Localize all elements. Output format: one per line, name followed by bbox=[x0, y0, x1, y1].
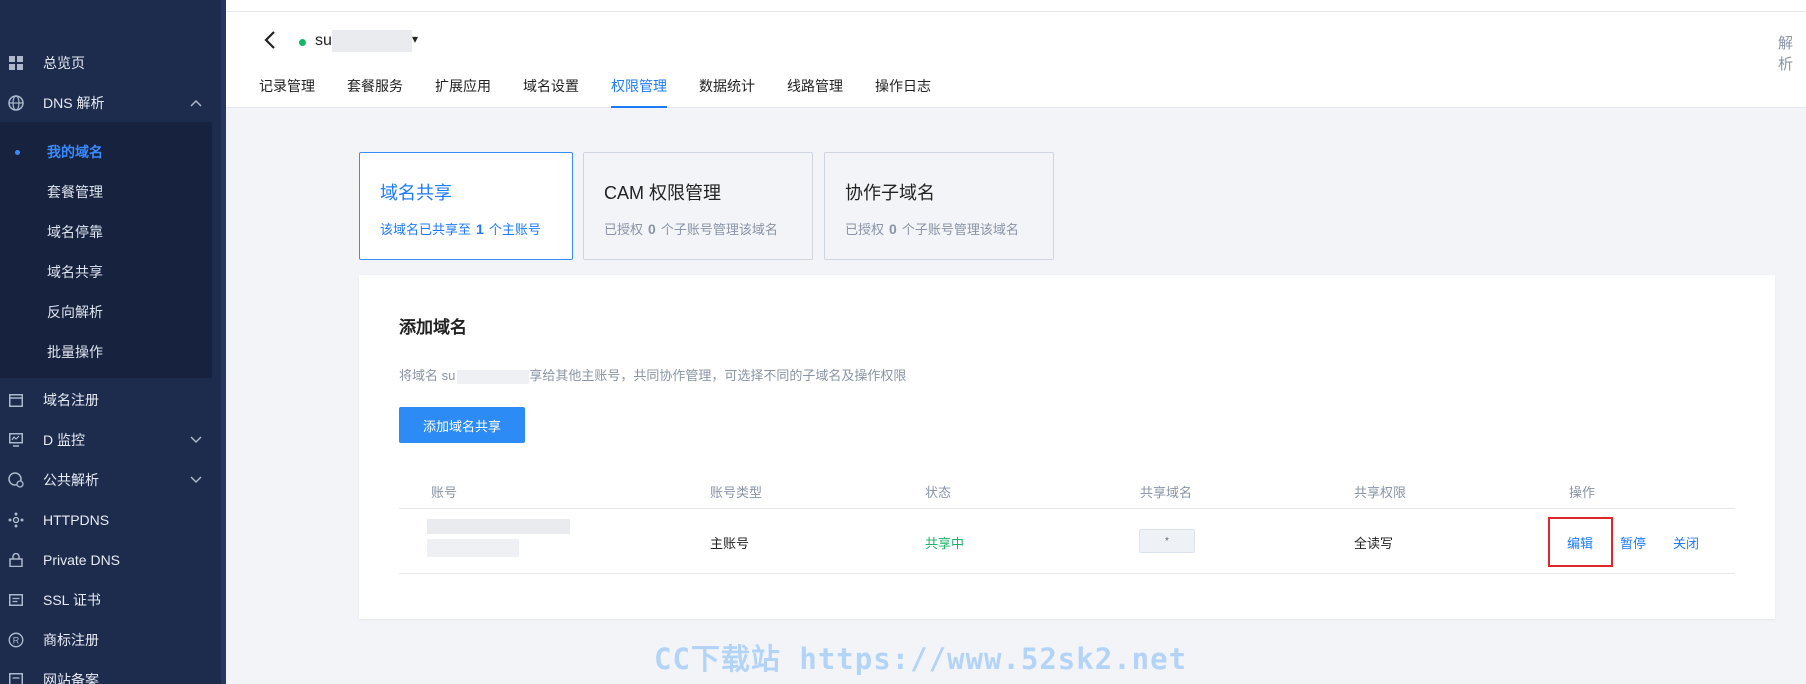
sidebar-item-ssl[interactable]: SSL 证书 bbox=[0, 580, 221, 620]
globe-icon bbox=[8, 95, 24, 111]
tab-extensions[interactable]: 扩展应用 bbox=[435, 66, 491, 108]
caret-down-icon[interactable]: ▾ bbox=[412, 32, 418, 46]
share-table: 账号 账号类型 状态 共享域名 共享权限 操作 主账号 共享中 * 全读写 编辑… bbox=[399, 471, 1735, 574]
sidebar-item-trademark[interactable]: R 商标注册 bbox=[0, 620, 221, 660]
card-domain-sharing[interactable]: 域名共享 该域名已共享至 1 个主账号 bbox=[359, 152, 573, 260]
card-title: 协作子域名 bbox=[845, 183, 935, 203]
column-header-status: 状态 bbox=[925, 485, 952, 500]
sidebar-item-icp-filing[interactable]: 网站备案 bbox=[0, 660, 221, 684]
status-badge: 共享中 bbox=[925, 536, 965, 551]
sidebar: 总览页 DNS 解析 我的域名 套餐管理 域名停靠 域名共享 反向解析 批量操作 bbox=[0, 0, 226, 684]
submenu-item-packages[interactable]: 套餐管理 bbox=[0, 172, 212, 212]
submenu-item-label: 域名停靠 bbox=[47, 224, 103, 240]
close-link[interactable]: 关闭 bbox=[1673, 533, 1699, 552]
card-subtitle: 已授权 0 个子账号管理该域名 bbox=[845, 221, 1019, 237]
domain-selector-label[interactable]: su bbox=[315, 32, 332, 50]
column-header-account: 账号 bbox=[431, 485, 458, 500]
submenu-item-label: 域名共享 bbox=[47, 264, 103, 280]
edit-link[interactable]: 编辑 bbox=[1567, 533, 1593, 552]
table-row: 主账号 共享中 * 全读写 编辑 暂停 关闭 bbox=[399, 509, 1735, 574]
column-header-account-type: 账号类型 bbox=[710, 485, 763, 500]
card-subtitle: 已授权 0 个子账号管理该域名 bbox=[604, 221, 778, 237]
dns-submenu: 我的域名 套餐管理 域名停靠 域名共享 反向解析 批量操作 bbox=[0, 122, 212, 378]
domain-sharing-panel: 添加域名 将域名 su 享给其他主账号，共同协作管理，可选择不同的子域名及操作权限… bbox=[359, 275, 1775, 619]
submenu-item-parking[interactable]: 域名停靠 bbox=[0, 212, 212, 252]
submenu-item-my-domains[interactable]: 我的域名 bbox=[0, 132, 212, 172]
registered-icon: R bbox=[8, 632, 24, 648]
tab-line-management[interactable]: 线路管理 bbox=[787, 66, 843, 108]
sidebar-item-label: 域名注册 bbox=[43, 392, 99, 408]
submenu-item-label: 批量操作 bbox=[47, 344, 103, 360]
network-globe-icon bbox=[8, 472, 24, 488]
account-type: 主账号 bbox=[710, 536, 750, 551]
watermark: CC下载站 https://www.52sk2.net bbox=[654, 642, 1188, 676]
card-title: 域名共享 bbox=[380, 183, 452, 203]
submenu-item-label: 套餐管理 bbox=[47, 184, 103, 200]
active-dot-icon bbox=[15, 149, 20, 155]
submenu-item-sharing[interactable]: 域名共享 bbox=[0, 252, 212, 292]
svg-text:R: R bbox=[13, 636, 20, 646]
tab-statistics[interactable]: 数据统计 bbox=[699, 66, 755, 108]
submenu-item-batch[interactable]: 批量操作 bbox=[0, 332, 212, 372]
tab-package[interactable]: 套餐服务 bbox=[347, 66, 403, 108]
add-domain-share-button[interactable]: 添加域名共享 bbox=[399, 407, 525, 443]
sidebar-item-d-monitor[interactable]: D 监控 bbox=[0, 420, 221, 460]
sidebar-item-httpdns[interactable]: HTTPDNS bbox=[0, 500, 221, 540]
sidebar-item-private-dns[interactable]: Private DNS bbox=[0, 540, 221, 580]
tab-domain-settings[interactable]: 域名设置 bbox=[523, 66, 579, 108]
column-header-shared-domain: 共享域名 bbox=[1140, 485, 1193, 500]
header-right-link[interactable]: 解析 bbox=[1778, 32, 1806, 74]
redacted-account bbox=[427, 519, 570, 534]
redacted-account bbox=[427, 539, 519, 557]
sidebar-item-label: 总览页 bbox=[43, 55, 85, 71]
sidebar-item-label: 商标注册 bbox=[43, 632, 99, 648]
header-divider bbox=[226, 11, 1806, 12]
tab-permissions[interactable]: 权限管理 bbox=[611, 66, 667, 108]
sidebar-item-overview[interactable]: 总览页 bbox=[0, 43, 221, 83]
submenu-item-reverse[interactable]: 反向解析 bbox=[0, 292, 212, 332]
tab-operation-log[interactable]: 操作日志 bbox=[875, 66, 931, 108]
redacted-domain bbox=[457, 369, 530, 384]
page-header: su ▾ 解析 记录管理 套餐服务 扩展应用 域名设置 权限管理 数据统计 线路… bbox=[226, 0, 1806, 108]
panel-description: 将域名 su 享给其他主账号，共同协作管理，可选择不同的子域名及操作权限 bbox=[399, 368, 907, 384]
panel-title: 添加域名 bbox=[399, 318, 467, 337]
submenu-item-label: 我的域名 bbox=[47, 144, 103, 160]
chevron-down-icon bbox=[189, 473, 203, 487]
chevron-down-icon bbox=[189, 433, 203, 447]
grid-icon bbox=[8, 55, 24, 71]
sidebar-item-label: 网站备案 bbox=[43, 672, 99, 684]
sidebar-item-label: HTTPDNS bbox=[43, 512, 110, 528]
sidebar-item-dns[interactable]: DNS 解析 bbox=[0, 83, 221, 123]
card-title: CAM 权限管理 bbox=[604, 183, 721, 203]
sidebar-item-label: 公共解析 bbox=[43, 472, 99, 488]
card-subtitle: 该域名已共享至 1 个主账号 bbox=[380, 221, 541, 237]
sidebar-item-label: SSL 证书 bbox=[43, 592, 101, 608]
sidebar-item-label: D 监控 bbox=[43, 432, 85, 448]
tab-bar: 记录管理 套餐服务 扩展应用 域名设置 权限管理 数据统计 线路管理 操作日志 bbox=[259, 66, 963, 108]
sidebar-item-domain-registration[interactable]: 域名注册 bbox=[0, 380, 221, 420]
permission-value: 全读写 bbox=[1354, 536, 1394, 551]
monitor-icon bbox=[8, 432, 24, 448]
column-header-actions: 操作 bbox=[1569, 485, 1596, 500]
tab-records[interactable]: 记录管理 bbox=[259, 66, 315, 108]
card-cam-permissions[interactable]: CAM 权限管理 已授权 0 个子账号管理该域名 bbox=[583, 152, 813, 260]
sidebar-item-public-dns[interactable]: 公共解析 bbox=[0, 460, 221, 500]
card-collab-subdomain[interactable]: 协作子域名 已授权 0 个子账号管理该域名 bbox=[824, 152, 1054, 260]
back-arrow-icon[interactable] bbox=[264, 30, 278, 52]
filing-icon bbox=[8, 672, 24, 684]
submenu-item-label: 反向解析 bbox=[47, 304, 103, 320]
sidebar-item-label: Private DNS bbox=[43, 552, 121, 568]
shared-domain-select[interactable]: * bbox=[1139, 529, 1195, 553]
calendar-icon bbox=[8, 392, 24, 408]
certificate-icon bbox=[8, 592, 24, 608]
column-header-permission: 共享权限 bbox=[1354, 485, 1407, 500]
domain-status-dot bbox=[299, 39, 306, 46]
redacted-domain bbox=[332, 30, 412, 52]
sidebar-item-label: DNS 解析 bbox=[43, 95, 105, 111]
chevron-up-icon bbox=[189, 96, 203, 110]
pause-link[interactable]: 暂停 bbox=[1620, 533, 1646, 552]
table-header: 账号 账号类型 状态 共享域名 共享权限 操作 bbox=[399, 471, 1735, 509]
nodes-icon bbox=[8, 512, 24, 528]
lock-icon bbox=[8, 552, 24, 568]
